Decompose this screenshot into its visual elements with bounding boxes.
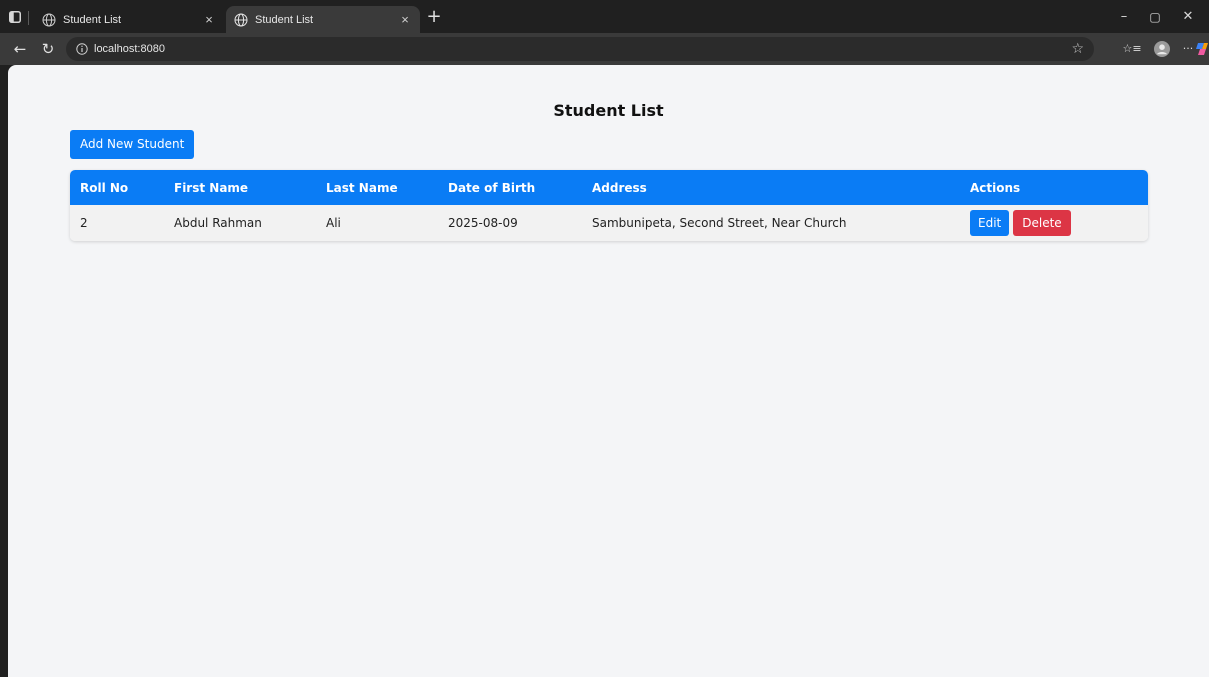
student-table: Roll No First Name Last Name Date of Bir… xyxy=(70,170,1148,241)
new-tab-icon[interactable]: + xyxy=(424,8,444,28)
column-header-actions: Actions xyxy=(970,180,1021,195)
cell-roll-no: 2 xyxy=(80,216,88,230)
add-new-student-button[interactable]: Add New Student xyxy=(70,130,195,159)
cell-actions: Edit Delete xyxy=(960,205,1148,241)
address-bar[interactable]: localhost:8080 ☆ xyxy=(66,37,1094,61)
close-tab-icon[interactable]: × xyxy=(200,12,218,27)
page-title: Student List xyxy=(553,101,664,120)
tab-title: Student List xyxy=(63,13,122,26)
favorites-icon[interactable]: ☆≡ xyxy=(1120,39,1144,59)
globe-icon xyxy=(234,13,248,26)
star-icon[interactable]: ☆ xyxy=(1071,41,1084,57)
cell-address: Sambunipeta, Second Street, Near Church xyxy=(592,216,847,230)
back-arrow-icon[interactable]: ← xyxy=(10,39,30,59)
delete-button[interactable]: Delete xyxy=(1013,210,1071,236)
column-header-roll-no: Roll No xyxy=(80,180,129,195)
table-header-row: Roll No First Name Last Name Date of Bir… xyxy=(70,170,1148,205)
sidebar-icon[interactable] xyxy=(8,10,22,24)
column-header-last-name: Last Name xyxy=(326,180,398,195)
url-text[interactable]: localhost:8080 xyxy=(94,43,165,55)
window-close-icon[interactable]: ✕ xyxy=(1178,8,1198,26)
column-header-date-of-birth: Date of Birth xyxy=(448,180,536,195)
cell-first-name: Abdul Rahman xyxy=(174,216,262,230)
minimize-icon[interactable]: – xyxy=(1114,8,1134,26)
page-viewport: Student List Add New Student Roll No Fir… xyxy=(8,65,1209,677)
refresh-icon[interactable]: ↻ xyxy=(38,39,58,59)
info-icon[interactable] xyxy=(76,43,88,55)
tab-separator xyxy=(28,11,29,25)
column-header-first-name: First Name xyxy=(174,180,249,195)
tab-student-list-2[interactable]: Student List × xyxy=(226,6,420,33)
globe-icon xyxy=(42,13,56,26)
student-table-container: Roll No First Name Last Name Date of Bir… xyxy=(70,170,1148,241)
tab-student-list-1[interactable]: Student List × xyxy=(34,6,224,33)
maximize-icon[interactable]: ▢ xyxy=(1145,8,1165,26)
profile-icon[interactable] xyxy=(1152,39,1172,59)
browser-titlebar: Student List × Student List × + – ▢ ✕ xyxy=(0,0,1209,33)
table-row: 2 Abdul Rahman Ali 2025-08-09 Sambunipet… xyxy=(70,205,1148,241)
copilot-icon[interactable] xyxy=(1194,39,1209,59)
edit-button[interactable]: Edit xyxy=(970,210,1010,236)
browser-toolbar: ← ↻ localhost:8080 ☆ ☆≡ ··· xyxy=(0,33,1209,65)
cell-date-of-birth: 2025-08-09 xyxy=(448,216,518,230)
tab-title: Student List xyxy=(255,13,314,26)
column-header-address: Address xyxy=(592,180,647,195)
close-tab-icon[interactable]: × xyxy=(396,12,414,27)
cell-last-name: Ali xyxy=(326,216,341,230)
